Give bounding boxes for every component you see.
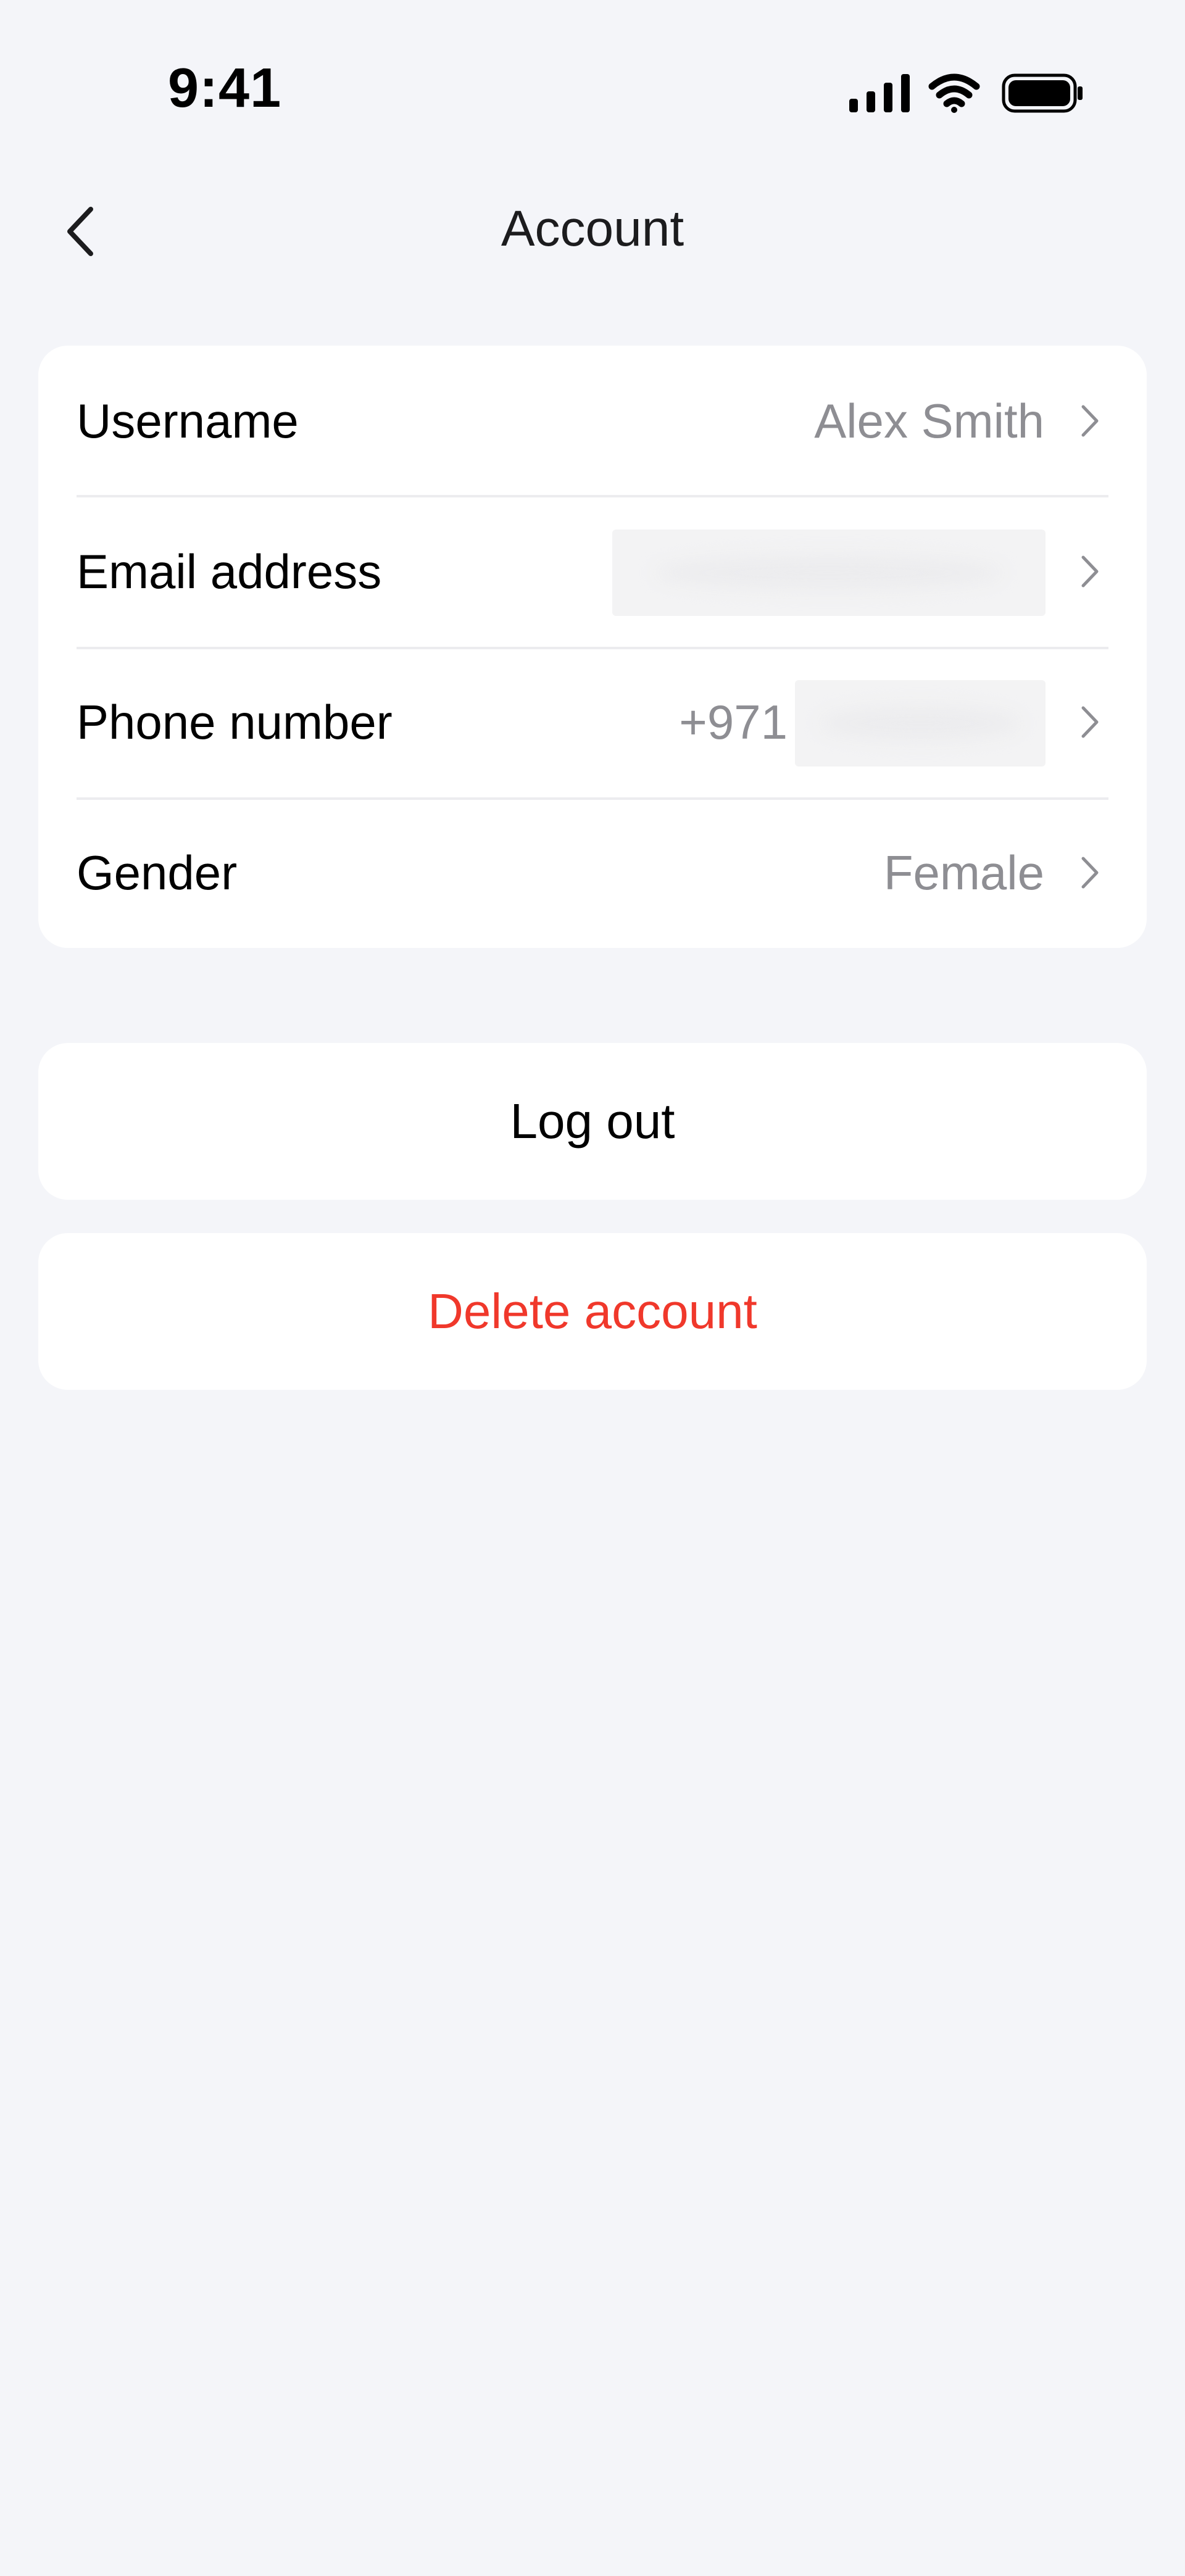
status-bar: 9:41 — [0, 0, 1185, 148]
phone-row[interactable]: Phone number +971 — [38, 647, 1147, 797]
chevron-right-icon — [1071, 346, 1108, 496]
phone-country-code: +971 — [679, 694, 788, 749]
chevron-right-icon — [1071, 496, 1108, 647]
username-label: Username — [77, 393, 299, 448]
account-info-card: Username Alex Smith Email address Phone … — [38, 346, 1147, 948]
wifi-icon — [928, 73, 980, 113]
username-value: Alex Smith — [814, 393, 1044, 448]
status-time: 9:41 — [168, 57, 282, 119]
page-title: Account — [501, 201, 684, 257]
gender-row[interactable]: Gender Female — [38, 797, 1147, 948]
chevron-right-icon — [1071, 797, 1108, 948]
phone-label: Phone number — [77, 694, 393, 749]
email-row[interactable]: Email address — [38, 496, 1147, 647]
signal-icon — [849, 74, 910, 112]
gender-value: Female — [883, 845, 1044, 900]
email-value-redacted — [612, 530, 1046, 616]
username-row[interactable]: Username Alex Smith — [38, 346, 1147, 496]
delete-account-button[interactable]: Delete account — [38, 1233, 1147, 1390]
status-icons — [846, 72, 1086, 115]
chevron-right-icon — [1071, 647, 1108, 797]
phone-value-redacted — [795, 680, 1046, 767]
email-label: Email address — [77, 544, 382, 599]
battery-icon — [1002, 73, 1083, 113]
logout-button[interactable]: Log out — [38, 1043, 1147, 1200]
gender-label: Gender — [77, 845, 238, 900]
